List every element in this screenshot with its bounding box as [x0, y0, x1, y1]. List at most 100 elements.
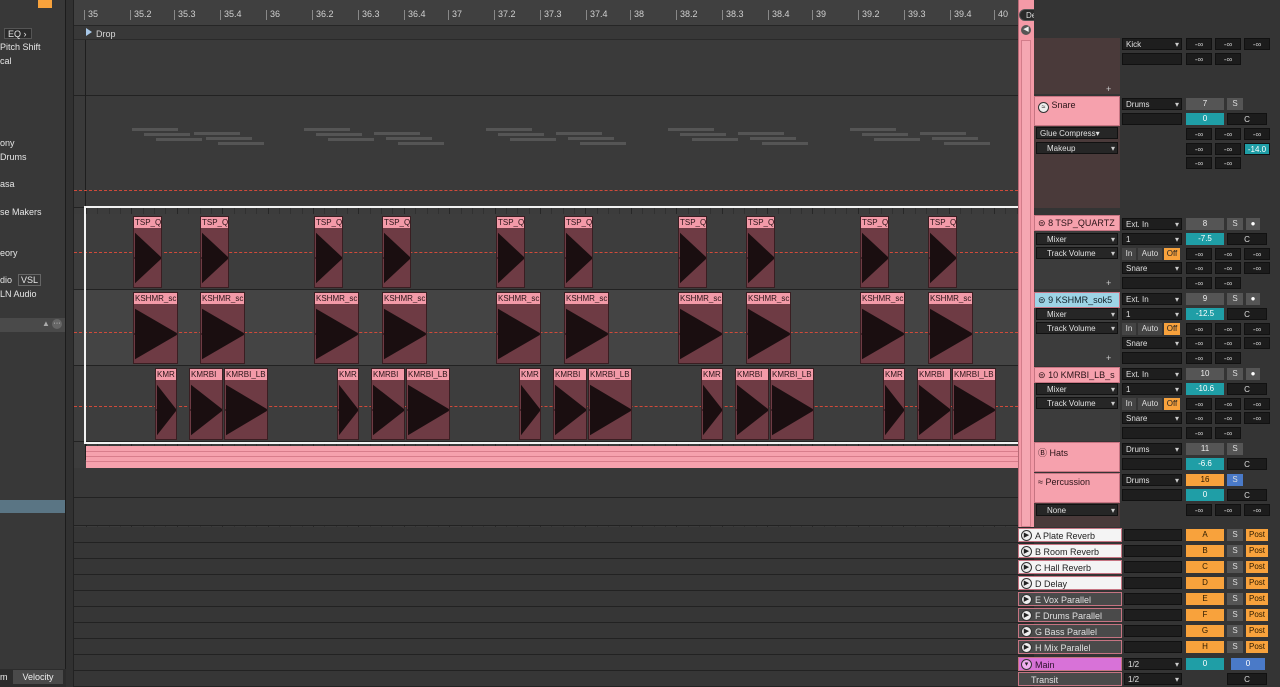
browser-item-se-makers[interactable]: se Makers: [0, 207, 42, 217]
fold-icon[interactable]: ▾: [1021, 659, 1032, 670]
hats-track-number[interactable]: 11: [1186, 443, 1224, 455]
return-track-title[interactable]: ▶ G Bass Parallel: [1018, 624, 1122, 638]
kshmr-send-e[interactable]: -∞: [1215, 337, 1241, 349]
perc-route[interactable]: Drums: [1122, 474, 1182, 486]
kshmr-channel[interactable]: 1: [1122, 308, 1182, 320]
kmrbi-send-a[interactable]: -∞: [1186, 398, 1212, 410]
snare-send-c[interactable]: -∞: [1244, 128, 1270, 140]
kshmr-send-f[interactable]: -∞: [1244, 337, 1270, 349]
kshmr-output[interactable]: Snare: [1122, 337, 1182, 349]
kshmr-monitor-auto[interactable]: Auto: [1138, 323, 1162, 335]
kmrbi-monitor-in[interactable]: In: [1122, 398, 1136, 410]
fold-icon[interactable]: ⊜: [1038, 218, 1046, 228]
tsp-monitor-in[interactable]: In: [1122, 248, 1136, 260]
kmrbi-send-g[interactable]: -∞: [1186, 427, 1212, 439]
snare-send-d[interactable]: -∞: [1186, 143, 1212, 155]
hats-track-title[interactable]: Ⓑ Hats: [1034, 442, 1120, 472]
browser-item-vsl[interactable]: VSL: [18, 274, 42, 286]
perc-send-c[interactable]: -∞: [1244, 504, 1270, 516]
tsp-output-sub[interactable]: [1122, 277, 1182, 289]
transit-route[interactable]: 1/2: [1124, 673, 1182, 685]
fold-icon[interactable]: ⊜: [1038, 370, 1046, 380]
lane-return[interactable]: [74, 559, 1018, 575]
kshmr-send-h[interactable]: -∞: [1215, 352, 1241, 364]
group-track-strip[interactable]: [86, 446, 1018, 468]
return-track-title[interactable]: ▶ A Plate Reverb: [1018, 528, 1122, 542]
hats-volume[interactable]: -6.6: [1186, 458, 1224, 470]
return-solo[interactable]: S: [1227, 577, 1243, 589]
snare-param[interactable]: Makeup: [1036, 142, 1118, 154]
kmrbi-solo[interactable]: S: [1227, 368, 1243, 380]
main-volume[interactable]: 0: [1186, 658, 1224, 670]
scroll-thumb[interactable]: [1021, 40, 1031, 527]
return-track-title[interactable]: ▶ H Mix Parallel: [1018, 640, 1122, 654]
transit-pan[interactable]: C: [1227, 673, 1267, 685]
kshmr-send-g[interactable]: -∞: [1186, 352, 1212, 364]
kmrbi-output[interactable]: Snare: [1122, 412, 1182, 424]
lane-return[interactable]: [74, 607, 1018, 623]
tsp-send-d[interactable]: -∞: [1186, 262, 1212, 274]
lane-return[interactable]: [74, 655, 1018, 671]
tsp-arm-icon[interactable]: ●: [1246, 218, 1260, 230]
return-solo[interactable]: S: [1227, 545, 1243, 557]
return-route[interactable]: [1124, 529, 1182, 541]
browser-item-eory[interactable]: eory: [0, 248, 18, 258]
fold-icon[interactable]: ⊜: [1038, 295, 1046, 305]
kick-route[interactable]: Kick: [1122, 38, 1182, 50]
snare-pan[interactable]: C: [1227, 113, 1267, 125]
main-track-title[interactable]: ▾ Main: [1018, 657, 1122, 671]
return-post-button[interactable]: Post: [1246, 609, 1268, 621]
play-icon[interactable]: ▶: [1021, 626, 1032, 637]
return-solo[interactable]: S: [1227, 609, 1243, 621]
snare-send-f[interactable]: -∞: [1186, 157, 1212, 169]
kmrbi-param[interactable]: Track Volume: [1036, 397, 1118, 409]
return-post-button[interactable]: Post: [1246, 625, 1268, 637]
locator-marker-icon[interactable]: [86, 28, 92, 36]
perc-route-sub[interactable]: [1122, 489, 1182, 501]
lane-return[interactable]: [74, 527, 1018, 543]
tsp-mixer[interactable]: Mixer: [1036, 233, 1118, 245]
browser-orange-button[interactable]: [38, 0, 52, 8]
tsp-send-a[interactable]: -∞: [1186, 248, 1212, 260]
browser-item-drums[interactable]: Drums: [0, 152, 27, 162]
tsp-pan[interactable]: C: [1227, 233, 1267, 245]
main-route[interactable]: 1/2: [1124, 658, 1182, 670]
return-solo[interactable]: S: [1227, 529, 1243, 541]
tsp-send-b[interactable]: -∞: [1215, 248, 1241, 260]
lane-return[interactable]: [74, 543, 1018, 559]
hats-route-sub[interactable]: [1122, 458, 1182, 470]
return-route[interactable]: [1124, 561, 1182, 573]
browser-selected-row[interactable]: [0, 500, 65, 513]
tsp-param[interactable]: Track Volume: [1036, 247, 1118, 259]
more-icon[interactable]: ···: [52, 319, 62, 329]
lane-kick[interactable]: [74, 40, 1018, 96]
kmrbi-send-h[interactable]: -∞: [1215, 427, 1241, 439]
return-route[interactable]: [1124, 609, 1182, 621]
return-post-button[interactable]: Post: [1246, 529, 1268, 541]
kshmr-send-c[interactable]: -∞: [1244, 323, 1270, 335]
arrow-left-icon[interactable]: ◀: [1021, 25, 1031, 35]
browser-item-pitch-shift[interactable]: Pitch Shift: [0, 42, 41, 52]
perc-volume[interactable]: 0: [1186, 489, 1224, 501]
tsp-track-title[interactable]: ⊜ 8 TSP_QUARTZ: [1034, 215, 1120, 231]
return-letter[interactable]: E: [1186, 593, 1224, 605]
return-solo[interactable]: S: [1227, 593, 1243, 605]
arrangement-view[interactable]: 35 35.2 35.3 35.4 36 36.2 36.3 36.4 37 37.2 37.3 37…: [74, 0, 1018, 687]
locator-row[interactable]: [74, 26, 1018, 40]
snare-send-e[interactable]: -∞: [1215, 143, 1241, 155]
kick-send-b[interactable]: -∞: [1215, 38, 1241, 50]
snare-track-title[interactable]: ≈ Snare: [1034, 96, 1120, 126]
kshmr-solo[interactable]: S: [1227, 293, 1243, 305]
kmrbi-mixer[interactable]: Mixer: [1036, 383, 1118, 395]
kick-send-a[interactable]: -∞: [1186, 38, 1212, 50]
play-icon[interactable]: ▶: [1021, 578, 1032, 589]
lane-return[interactable]: [74, 623, 1018, 639]
kick-send-d[interactable]: -∞: [1186, 53, 1212, 65]
browser-item-ln-audio[interactable]: LN Audio: [0, 289, 37, 299]
lane-return[interactable]: [74, 591, 1018, 607]
play-icon[interactable]: ▶: [1021, 546, 1032, 557]
snare-solo[interactable]: S: [1227, 98, 1243, 110]
kshmr-track-number[interactable]: 9: [1186, 293, 1224, 305]
tab-velocity[interactable]: Velocity: [13, 670, 63, 684]
return-solo[interactable]: S: [1227, 561, 1243, 573]
